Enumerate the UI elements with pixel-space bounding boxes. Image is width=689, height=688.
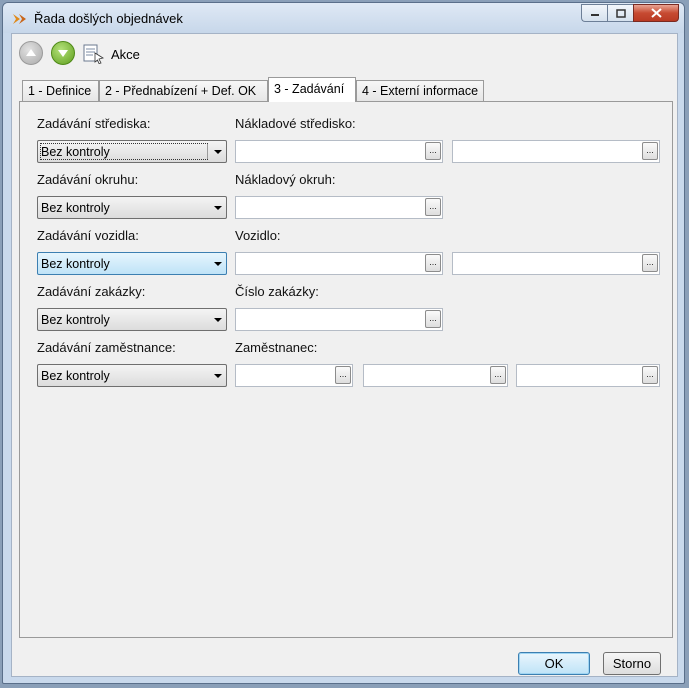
nakladove-stredisko-label: Nákladové středisko: bbox=[235, 116, 356, 131]
title-bar[interactable]: Řada došlých objednávek bbox=[3, 3, 684, 33]
zamestnance-mode-value: Bez kontroly bbox=[41, 369, 110, 383]
actions-label[interactable]: Akce bbox=[111, 47, 140, 62]
nakladovy-okruh-label: Nákladový okruh: bbox=[235, 172, 336, 187]
tab-definice[interactable]: 1 - Definice bbox=[22, 80, 99, 101]
chevron-down-icon bbox=[214, 150, 222, 154]
vozidla-mode-select[interactable]: Bez kontroly bbox=[37, 252, 227, 275]
strediska-mode-label: Zadávání střediska: bbox=[37, 116, 151, 131]
zamestnanec-browse-1[interactable]: ... bbox=[335, 366, 351, 384]
nakladove-stredisko-browse-1[interactable]: ... bbox=[425, 142, 441, 160]
zamestnanec-browse-3[interactable]: ... bbox=[642, 366, 658, 384]
zakazky-mode-value: Bez kontroly bbox=[41, 313, 110, 327]
maximize-icon bbox=[615, 8, 626, 18]
minimize-icon bbox=[590, 14, 599, 16]
zakazky-mode-select[interactable]: Bez kontroly bbox=[37, 308, 227, 331]
chevron-down-icon bbox=[214, 374, 222, 378]
dialog-client: Akce 1 - Definice 2 - Přednabízení + Def… bbox=[11, 33, 678, 677]
chevron-down-icon bbox=[214, 318, 222, 322]
storno-button[interactable]: Storno bbox=[603, 652, 661, 675]
dialog-window: Řada došlých objednávek Akce 1 - Definic… bbox=[2, 2, 685, 684]
arrow-down-icon bbox=[58, 50, 68, 57]
okruhu-mode-select[interactable]: Bez kontroly bbox=[37, 196, 227, 219]
cislo-zakazky-browse[interactable]: ... bbox=[425, 310, 441, 328]
zamestnance-mode-label: Zadávání zaměstnance: bbox=[37, 340, 176, 355]
tab-prednabizeni[interactable]: 2 - Přednabízení + Def. OK bbox=[99, 80, 268, 101]
strediska-mode-select[interactable]: Bez kontroly bbox=[37, 140, 227, 163]
close-button[interactable] bbox=[633, 4, 679, 22]
zamestnanec-field-1[interactable]: ... bbox=[235, 364, 353, 387]
ok-button[interactable]: OK bbox=[518, 652, 590, 675]
nakladovy-okruh-field[interactable]: ... bbox=[235, 196, 443, 219]
cislo-zakazky-label: Číslo zakázky: bbox=[235, 284, 319, 299]
nakladovy-okruh-browse[interactable]: ... bbox=[425, 198, 441, 216]
zamestnanec-label: Zaměstnanec: bbox=[235, 340, 318, 355]
tab-panel-zadavani: Zadávání střediska: Bez kontroly Náklado… bbox=[19, 101, 673, 638]
okruhu-mode-value: Bez kontroly bbox=[41, 201, 110, 215]
zakazky-mode-label: Zadávání zakázky: bbox=[37, 284, 146, 299]
toolbar: Akce bbox=[12, 34, 677, 74]
vozidlo-browse-1[interactable]: ... bbox=[425, 254, 441, 272]
move-down-button[interactable] bbox=[51, 41, 75, 65]
maximize-button[interactable] bbox=[607, 4, 633, 22]
arrow-up-icon bbox=[26, 49, 36, 56]
chevron-down-icon bbox=[214, 206, 222, 210]
zamestnanec-browse-2[interactable]: ... bbox=[490, 366, 506, 384]
zamestnanec-field-2[interactable]: ... bbox=[363, 364, 508, 387]
vozidla-mode-value: Bez kontroly bbox=[41, 257, 110, 271]
app-icon bbox=[13, 14, 26, 24]
actions-icon[interactable] bbox=[83, 44, 105, 64]
nakladove-stredisko-field-2[interactable]: ... bbox=[452, 140, 660, 163]
minimize-button[interactable] bbox=[581, 4, 607, 22]
nakladove-stredisko-field-1[interactable]: ... bbox=[235, 140, 443, 163]
vozidlo-field-2[interactable]: ... bbox=[452, 252, 660, 275]
move-up-button[interactable] bbox=[19, 41, 43, 65]
tab-zadavani[interactable]: 3 - Zadávání bbox=[268, 77, 356, 102]
vozidlo-browse-2[interactable]: ... bbox=[642, 254, 658, 272]
vozidla-mode-label: Zadávání vozidla: bbox=[37, 228, 139, 243]
okruhu-mode-label: Zadávání okruhu: bbox=[37, 172, 139, 187]
vozidlo-field-1[interactable]: ... bbox=[235, 252, 443, 275]
chevron-down-icon bbox=[214, 262, 222, 266]
close-icon bbox=[650, 8, 662, 18]
cislo-zakazky-field[interactable]: ... bbox=[235, 308, 443, 331]
vozidlo-label: Vozidlo: bbox=[235, 228, 281, 243]
window-title: Řada došlých objednávek bbox=[34, 11, 183, 26]
zamestnance-mode-select[interactable]: Bez kontroly bbox=[37, 364, 227, 387]
nakladove-stredisko-browse-2[interactable]: ... bbox=[642, 142, 658, 160]
zamestnanec-field-3[interactable]: ... bbox=[516, 364, 660, 387]
tab-externi-informace[interactable]: 4 - Externí informace bbox=[356, 80, 484, 101]
